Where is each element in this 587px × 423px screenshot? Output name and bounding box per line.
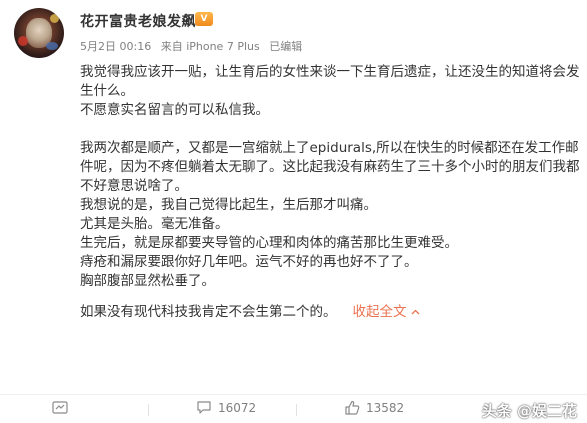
- repost-button[interactable]: [52, 400, 74, 415]
- comment-count: 16072: [218, 400, 257, 415]
- paragraph: 痔疮和漏尿要跟你好几年吧。运气不好的再也好不了了。: [80, 254, 418, 270]
- vip-badge-icon: V: [195, 12, 213, 26]
- paragraph: 我想说的是，我自己觉得比起生，生后那才叫痛。: [80, 197, 377, 213]
- edited-label[interactable]: 已编辑: [269, 40, 302, 53]
- post-source[interactable]: 来自 iPhone 7 Plus: [161, 40, 260, 53]
- avatar-decoration: [50, 14, 59, 23]
- separator: [148, 404, 149, 416]
- divider: [0, 394, 587, 395]
- paragraph-last: 如果没有现代科技我肯定不会生第二个的。 收起全文: [80, 303, 580, 322]
- chevron-up-icon: [411, 309, 420, 315]
- like-icon: [345, 400, 360, 415]
- paragraph: 我觉得我应该开一贴，让生育后的女性来谈一下生育后遗症，让还没生的知道将会发生什么…: [80, 64, 580, 99]
- collapse-label: 收起全文: [352, 304, 407, 320]
- like-button[interactable]: 13582: [344, 400, 404, 415]
- comment-button[interactable]: 16072: [196, 400, 256, 415]
- avatar[interactable]: [14, 8, 64, 58]
- post-content: 我觉得我应该开一贴，让生育后的女性来谈一下生育后遗症，让还没生的知道将会发生什么…: [80, 63, 580, 322]
- separator: [296, 404, 297, 416]
- avatar-decoration: [46, 42, 58, 50]
- like-count: 13582: [366, 400, 405, 415]
- username[interactable]: 花开富贵老娘发飙: [80, 11, 196, 31]
- post-date[interactable]: 5月2日 00:16: [80, 40, 151, 53]
- avatar-decoration: [18, 36, 28, 46]
- repost-icon: [52, 401, 68, 414]
- paragraph: 我两次都是顺产，又都是一宫缩就上了epidurals,所以在快生的时候都还在发工…: [80, 140, 580, 194]
- paragraph: 生完后，就是尿都要夹导管的心理和肉体的痛苦那比生更难受。: [80, 235, 458, 251]
- paragraph: 胸部腹部显然松垂了。: [80, 273, 215, 289]
- comment-icon: [197, 401, 211, 414]
- post-meta: 5月2日 00:16 来自 iPhone 7 Plus 已编辑: [80, 38, 308, 54]
- paragraph: 尤其是头胎。毫无准备。: [80, 216, 229, 232]
- paragraph: 不愿意实名留言的可以私信我。: [80, 102, 269, 118]
- watermark: 头条 @娱二花: [481, 402, 577, 420]
- collapse-link[interactable]: 收起全文: [353, 304, 420, 320]
- paragraph: 如果没有现代科技我肯定不会生第二个的。: [80, 304, 337, 320]
